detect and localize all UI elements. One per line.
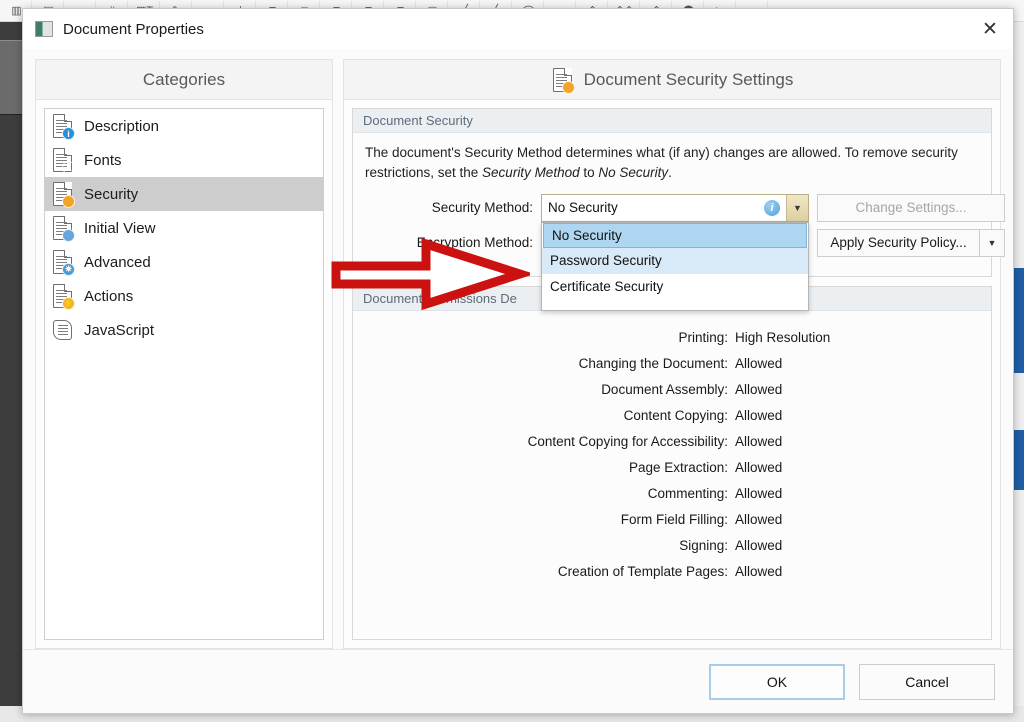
permission-label: Printing:	[678, 329, 728, 345]
document-gear-icon: ✷	[51, 248, 75, 276]
document-security-group: Document Security The document's Securit…	[352, 108, 1005, 311]
document-security-group-header: Document Security	[353, 109, 991, 133]
permission-row: Content Copying for Accessibility: Allow…	[353, 429, 991, 455]
settings-content: Document Security The document's Securit…	[352, 108, 1005, 640]
sidebar-item-advanced[interactable]: ✷ Advanced	[45, 245, 323, 279]
sidebar-item-description[interactable]: i Description	[45, 109, 323, 143]
permission-label: Content Copying for Accessibility:	[527, 433, 728, 449]
permission-label: Commenting:	[647, 485, 728, 501]
sidebar-item-label: Advanced	[84, 253, 151, 271]
sidebar-item-label: Initial View	[84, 219, 156, 237]
document-lock-icon	[551, 66, 575, 94]
categories-list: i Description A Fonts Security Initial V…	[44, 108, 324, 640]
security-method-combobox-field[interactable]: No Security i ▼	[541, 193, 809, 222]
chevron-down-icon[interactable]: ▼	[786, 194, 808, 221]
change-settings-button: Change Settings...	[817, 193, 1005, 222]
categories-panel: Categories i Description A Fonts Securit…	[35, 59, 333, 649]
permission-value: Allowed	[735, 563, 783, 579]
permission-row: Changing the Document: Allowed	[353, 351, 991, 377]
sidebar-item-fonts[interactable]: A Fonts	[45, 143, 323, 177]
security-method-dropdown-list[interactable]: No Security Password Security Certificat…	[541, 221, 809, 311]
settings-header: Document Security Settings	[344, 60, 1000, 100]
permission-row: Creation of Template Pages: Allowed	[353, 559, 991, 585]
sidebar-item-actions[interactable]: ⚡ Actions	[45, 279, 323, 313]
permission-label: Creation of Template Pages:	[557, 563, 728, 579]
dialog-footer: OK Cancel	[23, 649, 1013, 713]
permission-row: Content Copying: Allowed	[353, 403, 991, 429]
security-description-italic2: No Security	[598, 165, 669, 181]
document-lock-icon	[51, 180, 75, 208]
background-left-strip	[0, 22, 22, 722]
dialog-body: Categories i Description A Fonts Securit…	[23, 49, 1013, 649]
security-method-label: Security Method:	[431, 200, 533, 215]
apply-security-policy-button[interactable]: Apply Security Policy...	[817, 228, 979, 257]
sidebar-item-label: Actions	[84, 287, 134, 305]
document-lightning-icon: ⚡	[51, 282, 75, 310]
background-left-panel	[0, 40, 22, 115]
security-description-italic1: Security Method	[482, 165, 580, 181]
permission-row: Commenting: Allowed	[353, 481, 991, 507]
permission-label: Content Copying:	[623, 407, 728, 423]
document-permissions-group: Document Permissions De Printing: High R…	[352, 285, 992, 640]
permission-label: Form Field Filling:	[620, 511, 728, 527]
sidebar-item-label: Description	[84, 117, 160, 135]
cancel-button[interactable]: Cancel	[859, 663, 995, 700]
permission-row: Signing: Allowed	[353, 533, 991, 559]
info-icon[interactable]: i	[764, 199, 780, 216]
security-method-value: No Security	[548, 200, 618, 215]
security-method-row: Security Method: No Security i ▼ No Secu…	[365, 193, 1005, 311]
dialog-title: Document Properties	[63, 20, 204, 38]
permission-value: Allowed	[735, 459, 783, 475]
dropdown-option-certificate-security[interactable]: Certificate Security	[542, 274, 808, 300]
sidebar-item-label: Security	[84, 185, 139, 203]
security-description: The document's Security Method determine…	[365, 143, 979, 184]
permission-value: Allowed	[735, 511, 783, 527]
permission-row: Document Assembly: Allowed	[353, 377, 991, 403]
scroll-script-icon	[51, 316, 75, 344]
security-description-part3: .	[668, 165, 672, 181]
permission-value: Allowed	[735, 407, 783, 423]
close-icon[interactable]: ✕	[967, 9, 1013, 49]
permission-value: Allowed	[735, 433, 783, 449]
ok-button[interactable]: OK	[709, 663, 845, 700]
encryption-method-label: Encryption Method:	[416, 235, 533, 250]
permission-row: Page Extraction: Allowed	[353, 455, 991, 481]
settings-panel: Document Security Settings Document Secu…	[343, 59, 1005, 649]
document-properties-icon	[35, 21, 53, 37]
permission-label: Document Assembly:	[601, 381, 728, 397]
document-security-group-body: The document's Security Method determine…	[353, 133, 1005, 311]
permission-row: Form Field Filling: Allowed	[353, 507, 991, 533]
sidebar-item-label: JavaScript	[84, 321, 155, 339]
permission-value: Allowed	[735, 381, 783, 397]
permission-value: Allowed	[735, 355, 783, 371]
permission-label: Signing:	[679, 537, 728, 553]
permission-label: Page Extraction:	[628, 459, 728, 475]
permission-label: Changing the Document:	[578, 355, 728, 371]
document-font-icon: A	[51, 146, 75, 174]
dropdown-option-password-security[interactable]: Password Security	[542, 247, 808, 274]
security-description-part2: to	[579, 165, 599, 181]
permission-value: Allowed	[735, 537, 783, 553]
document-properties-dialog: Document Properties ✕ Categories i Descr…	[22, 8, 1014, 714]
document-permissions-list: Printing: High Resolution Changing the D…	[353, 311, 991, 640]
sidebar-item-security[interactable]: Security	[45, 177, 323, 211]
chevron-down-icon[interactable]: ▼	[979, 228, 1005, 257]
apply-security-policy-control[interactable]: Apply Security Policy... ▼	[817, 228, 1005, 257]
dialog-titlebar: Document Properties ✕	[23, 9, 1013, 49]
categories-header: Categories	[36, 60, 332, 100]
security-method-combobox[interactable]: No Security i ▼ No Security Password Sec…	[541, 193, 809, 311]
settings-header-label: Document Security Settings	[583, 69, 794, 89]
permission-value: High Resolution	[735, 329, 831, 345]
permission-value: Allowed	[735, 485, 783, 501]
dropdown-option-no-security[interactable]: No Security	[543, 222, 807, 248]
document-info-icon: i	[51, 112, 75, 140]
sidebar-item-label: Fonts	[84, 151, 122, 169]
sidebar-item-initial-view[interactable]: Initial View	[45, 211, 323, 245]
permission-row: Printing: High Resolution	[353, 325, 991, 351]
document-magnifier-icon	[51, 214, 75, 242]
sidebar-item-javascript[interactable]: JavaScript	[45, 313, 323, 347]
